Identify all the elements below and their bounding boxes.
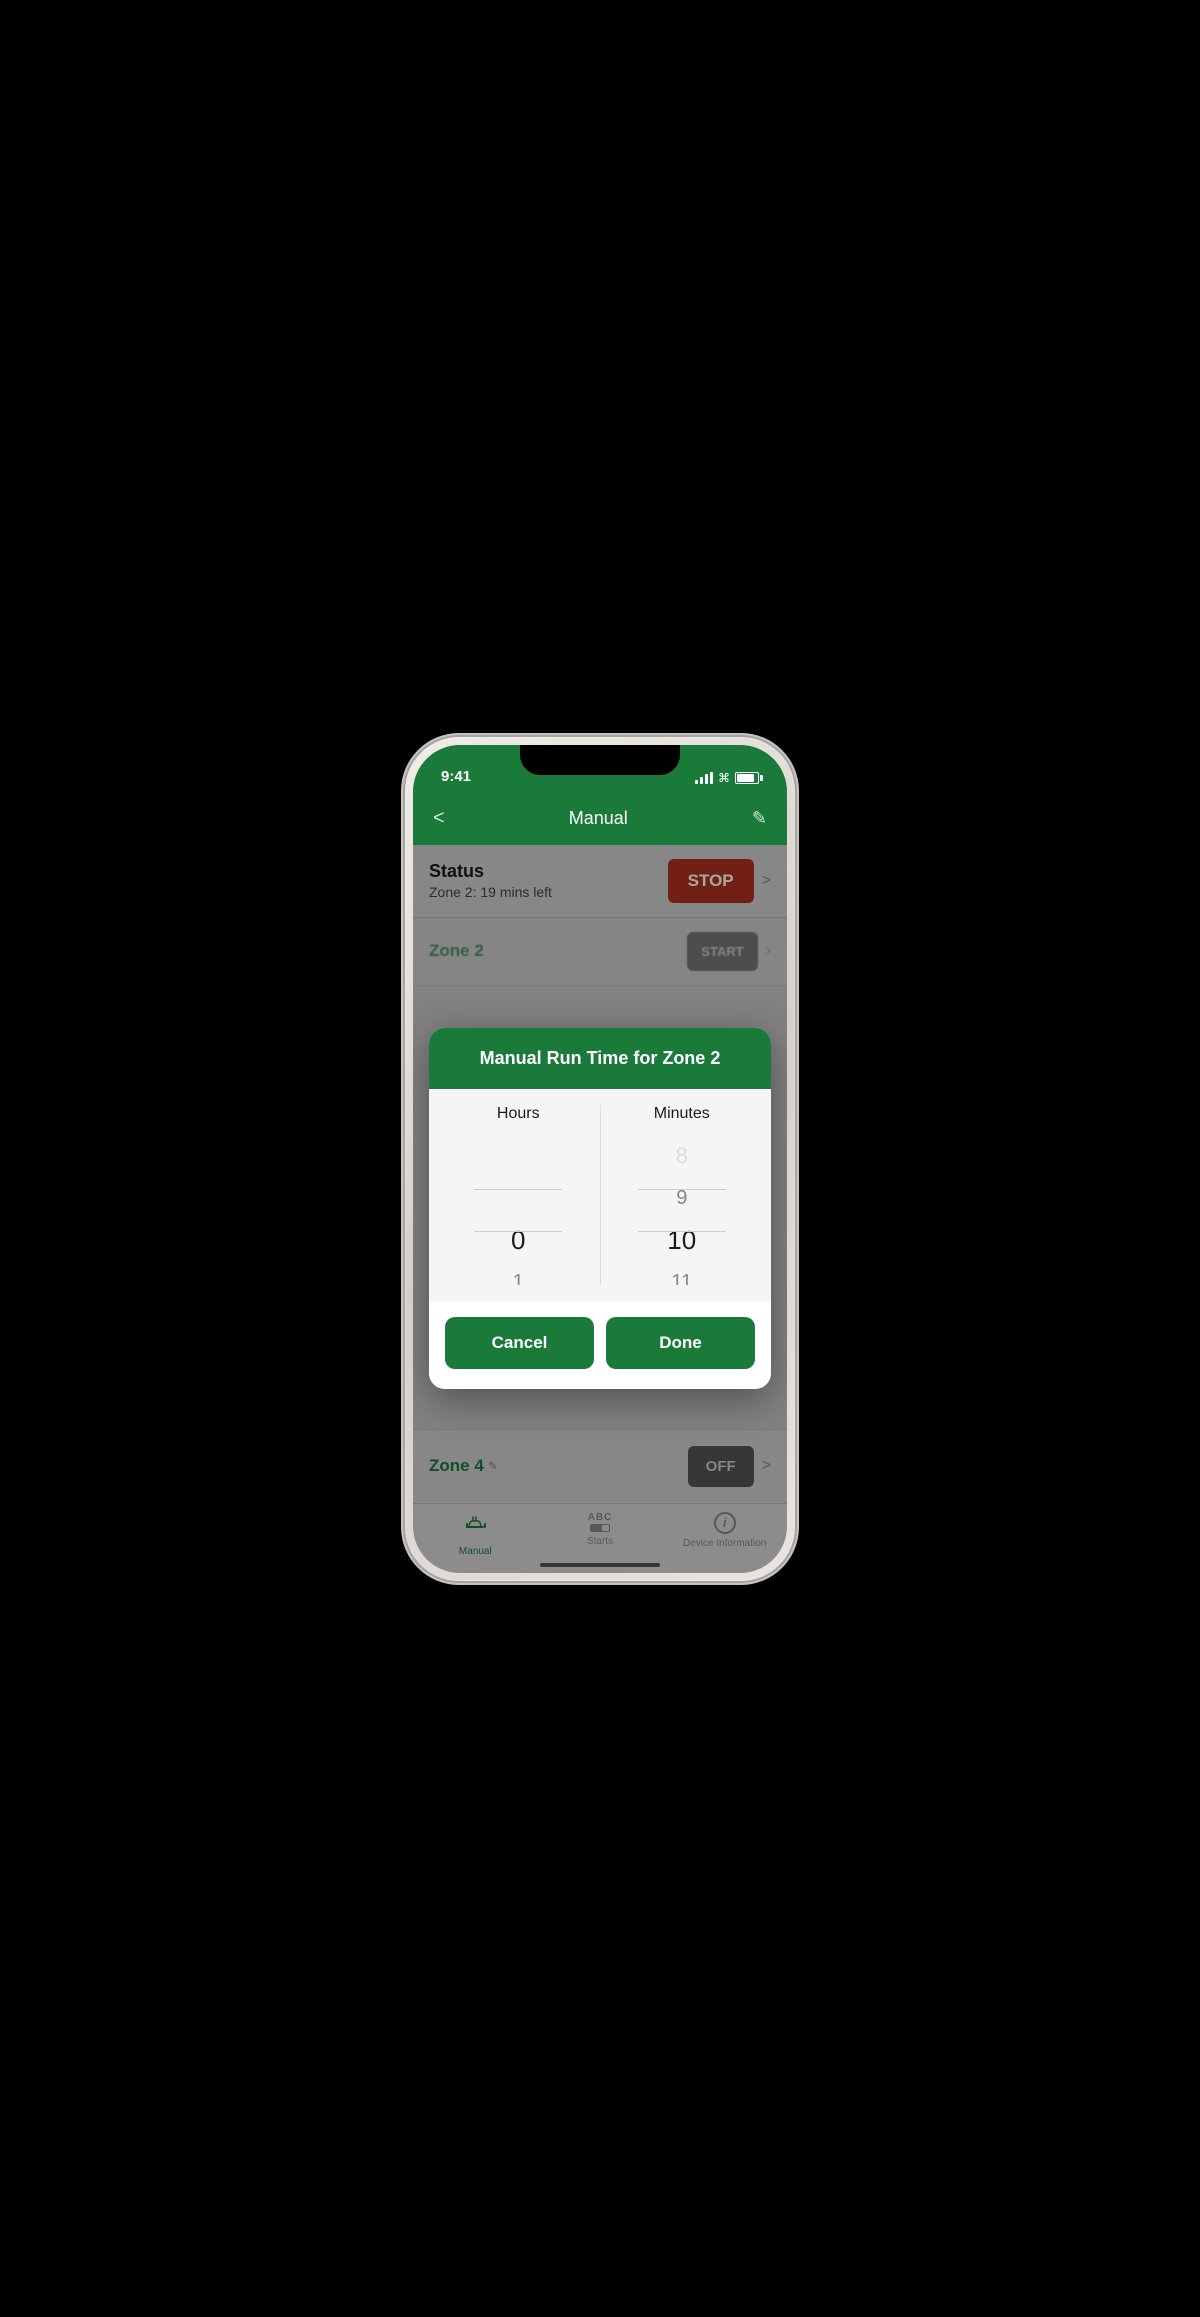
modal-overlay: Manual Run Time for Zone 2 Hours <box>413 845 787 1573</box>
hours-label: Hours <box>445 1105 592 1123</box>
modal: Manual Run Time for Zone 2 Hours <box>429 1028 771 1389</box>
modal-body: Hours 0 1 2 <box>429 1089 771 1301</box>
modal-buttons: Cancel Done <box>429 1301 771 1389</box>
battery-icon <box>735 772 759 784</box>
picker-area: Hours 0 1 2 <box>429 1105 771 1285</box>
wifi-icon: ⌘ <box>718 771 730 785</box>
hours-item-1[interactable]: 1 <box>445 1261 592 1285</box>
minutes-item-8[interactable]: 8 <box>609 1135 756 1177</box>
hours-scroll[interactable]: 0 1 2 <box>445 1135 592 1285</box>
signal-icon <box>695 772 713 784</box>
back-button[interactable]: < <box>433 807 445 830</box>
phone-frame: 9:41 ⌘ < Manual ✎ <box>405 737 795 1581</box>
notch <box>520 745 680 775</box>
screen: 9:41 ⌘ < Manual ✎ <box>413 745 787 1573</box>
cancel-button[interactable]: Cancel <box>445 1317 594 1369</box>
main-content: Status Zone 2: 19 mins left STOP > Zone … <box>413 845 787 1573</box>
hours-picker[interactable]: Hours 0 1 2 <box>445 1105 592 1285</box>
hours-item-selected[interactable]: 0 <box>445 1219 592 1261</box>
minutes-item-9[interactable]: 9 <box>609 1177 756 1219</box>
minutes-item-11[interactable]: 11 <box>609 1261 756 1285</box>
minutes-items: 8 9 10 11 12 <box>609 1135 756 1285</box>
status-icons: ⌘ <box>695 771 759 787</box>
picker-divider <box>600 1105 601 1285</box>
modal-header: Manual Run Time for Zone 2 <box>429 1028 771 1089</box>
modal-title: Manual Run Time for Zone 2 <box>445 1048 755 1069</box>
status-time: 9:41 <box>441 768 471 787</box>
done-button[interactable]: Done <box>606 1317 755 1369</box>
nav-title: Manual <box>569 808 628 829</box>
nav-bar: < Manual ✎ <box>413 793 787 845</box>
edit-button[interactable]: ✎ <box>752 808 767 829</box>
minutes-item-selected[interactable]: 10 <box>609 1219 756 1261</box>
minutes-picker[interactable]: Minutes 8 9 10 11 12 <box>609 1105 756 1285</box>
minutes-scroll[interactable]: 8 9 10 11 12 <box>609 1135 756 1285</box>
hours-items: 0 1 2 <box>445 1135 592 1285</box>
minutes-label: Minutes <box>609 1105 756 1123</box>
